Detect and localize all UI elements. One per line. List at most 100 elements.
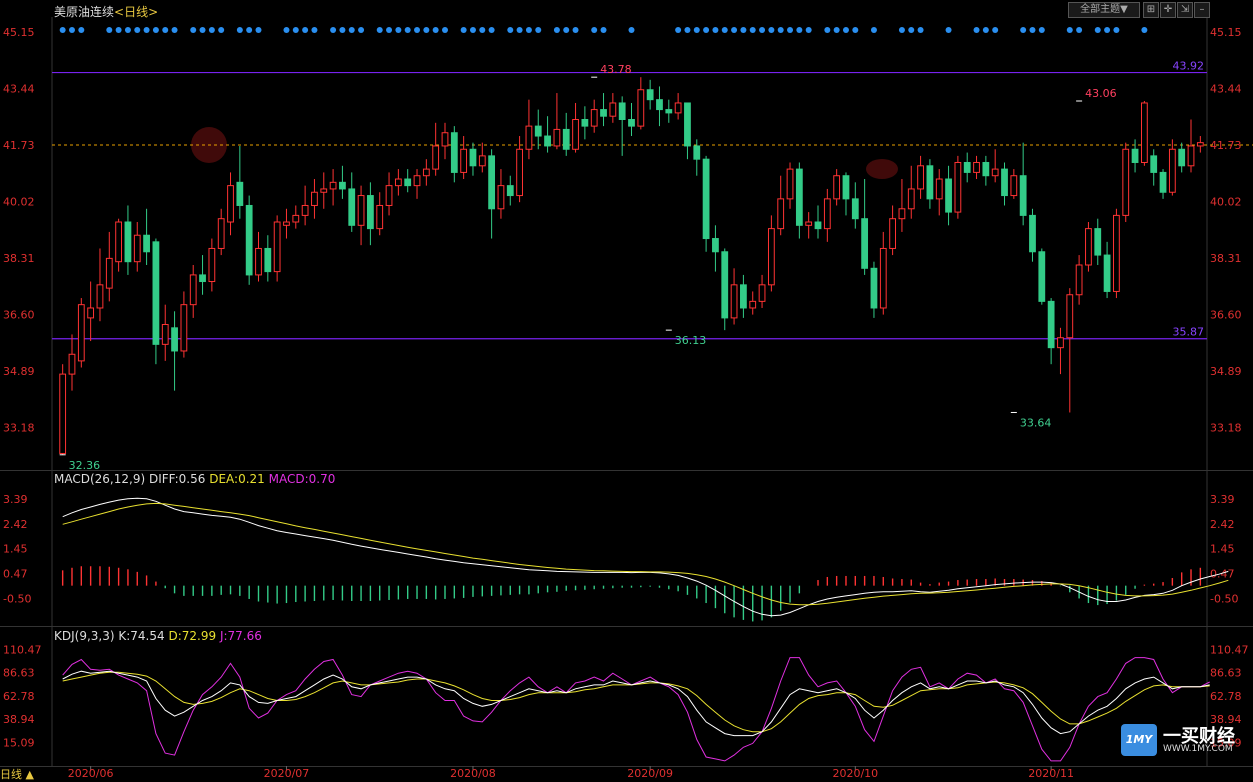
candle-body <box>189 274 197 306</box>
signal-dot <box>488 27 495 33</box>
signal-dot <box>432 27 439 33</box>
macd-tick-left: 1.45 <box>3 543 28 556</box>
signal-dot <box>115 27 122 33</box>
signal-dot <box>898 27 905 33</box>
signal-dot <box>525 27 532 33</box>
candle-body <box>59 373 67 454</box>
price-tick-right: 38.31 <box>1210 252 1242 265</box>
signal-dot <box>283 27 290 33</box>
candle-body <box>227 185 234 223</box>
candle-body <box>637 89 645 127</box>
signal-dot <box>1038 27 1045 33</box>
candle-body <box>786 168 794 200</box>
candle-body <box>199 274 206 283</box>
signal-dot <box>945 27 952 33</box>
signal-dot <box>777 27 784 33</box>
signal-dot <box>768 27 775 33</box>
candle-body <box>618 102 626 121</box>
kdj-tick-left: 110.47 <box>3 643 42 656</box>
candle-body <box>1168 148 1176 193</box>
x-axis-label: 2020/08 <box>450 767 496 779</box>
candle-body <box>926 165 934 200</box>
candle-body <box>292 214 300 223</box>
candle-body <box>376 204 384 230</box>
candle-body <box>77 304 85 362</box>
candle-body <box>749 300 757 309</box>
signal-dot <box>1029 27 1036 33</box>
signal-dot <box>1094 27 1101 33</box>
candle-body <box>973 161 980 173</box>
signal-dot <box>591 27 598 33</box>
minimize-icon[interactable]: – <box>1194 2 1210 18</box>
price-tick-left: 34.89 <box>3 365 35 378</box>
candle-body <box>161 324 169 345</box>
candle-body <box>264 247 272 273</box>
price-tick-left: 38.31 <box>3 252 35 265</box>
candle-body <box>497 185 505 210</box>
candle-body <box>255 247 262 276</box>
macd-tick-left: 2.42 <box>3 518 28 531</box>
candle-body <box>702 158 710 240</box>
kdj-tick-left: 15.09 <box>3 736 35 749</box>
theme-select-button[interactable]: 全部主题▼ <box>1068 2 1140 18</box>
candle-body <box>805 221 813 226</box>
macd-tick-left: 3.39 <box>3 493 28 506</box>
price-tick-right: 45.15 <box>1210 26 1242 39</box>
candle-body <box>991 168 999 177</box>
candle-body <box>879 247 887 309</box>
export-icon[interactable]: ⇲ <box>1177 2 1193 18</box>
kdj-params: KDJ(9,3,3) <box>54 629 115 643</box>
macd-tick-right: 1.45 <box>1210 543 1235 556</box>
signal-dot <box>563 27 570 33</box>
candle-body <box>339 181 346 190</box>
kdj-k-value: K:74.54 <box>118 629 165 643</box>
signal-dot <box>1113 27 1120 33</box>
crosshair-icon[interactable]: ✛ <box>1160 2 1176 18</box>
x-axis-label: 2020/11 <box>1028 767 1074 779</box>
price-tick-right: 34.89 <box>1210 365 1242 378</box>
signal-dot <box>348 27 355 33</box>
signal-dot <box>516 27 523 33</box>
signal-dot <box>712 27 719 33</box>
watermark: 1MY 一买财经 WWW.1MY.COM <box>1121 722 1253 758</box>
candle-body <box>693 145 701 160</box>
candle-body <box>1196 142 1204 147</box>
candle-body <box>217 218 225 249</box>
candle-body <box>68 353 76 375</box>
candle-body <box>572 119 579 150</box>
candle-body <box>767 228 775 286</box>
signal-dot <box>302 27 309 33</box>
candle-body <box>1187 145 1195 167</box>
price-tick-left: 40.02 <box>3 196 35 209</box>
signal-dot <box>246 27 253 33</box>
period-toggle-button[interactable]: 日线 ▲ <box>0 766 34 782</box>
macd-tick-right: -0.50 <box>1210 592 1238 605</box>
signal-dot <box>1066 27 1073 33</box>
candle-body <box>105 257 113 289</box>
signal-dot <box>703 27 710 33</box>
price-tick-left: 33.18 <box>3 422 35 435</box>
signal-dot <box>469 27 476 33</box>
candle-body <box>1066 294 1074 339</box>
candle-body <box>712 238 719 253</box>
signal-dot <box>152 27 159 33</box>
candle-body <box>385 185 393 206</box>
candle-body <box>525 125 533 150</box>
macd-tick-left: 0.47 <box>3 568 28 581</box>
grid-icon[interactable]: ⊞ <box>1143 2 1159 18</box>
signal-dot <box>236 27 243 33</box>
candle-body <box>851 198 859 220</box>
price-tick-right: 43.44 <box>1210 82 1242 95</box>
signal-dot <box>59 27 66 33</box>
candle-body <box>115 221 123 263</box>
candle-body <box>1019 175 1027 216</box>
candle-body <box>889 218 896 249</box>
kdj-tick-left: 62.78 <box>3 690 35 703</box>
candle-body <box>143 234 150 253</box>
candle-body <box>124 221 132 263</box>
price-tick-left: 36.60 <box>3 309 35 322</box>
candle-body <box>1038 251 1046 302</box>
chart-canvas[interactable]: 45.15 45.1543.44 43.4441.73 41.7340.02 40.02… <box>0 0 1253 779</box>
signal-dot <box>600 27 607 33</box>
signal-dot <box>796 27 803 33</box>
